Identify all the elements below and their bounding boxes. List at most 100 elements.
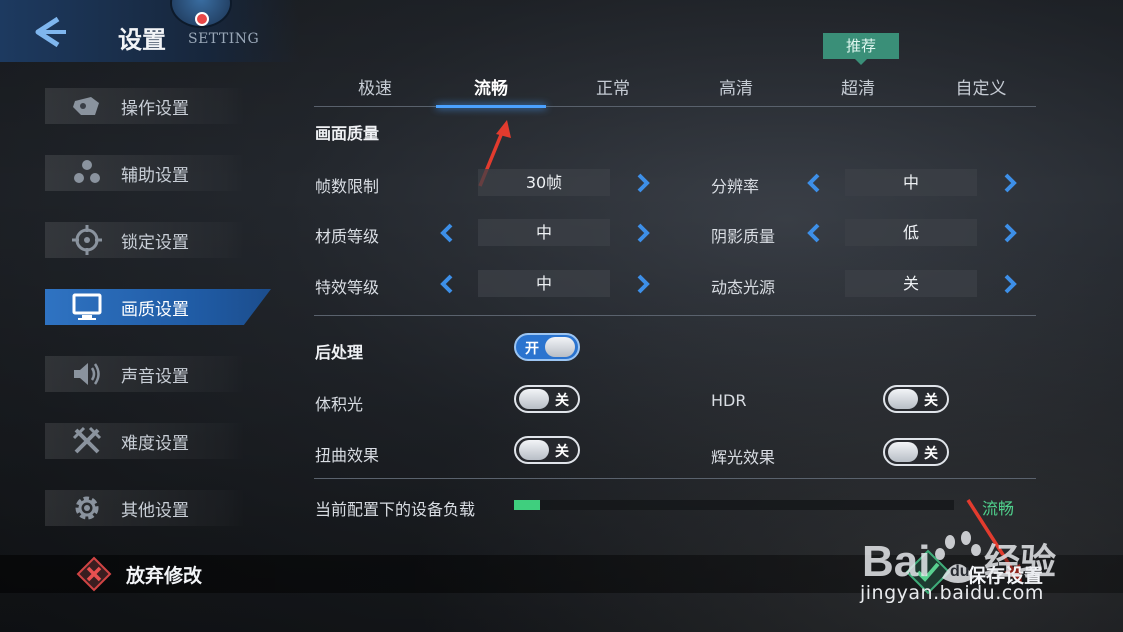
chevron-left-icon — [807, 173, 820, 193]
svg-text:经验: 经验 — [984, 542, 1056, 583]
section-divider — [314, 315, 1036, 316]
frame-limit-next-button[interactable] — [633, 172, 653, 194]
bloom-toggle[interactable]: 关 — [883, 438, 949, 466]
toggle-text: 关 — [924, 393, 938, 409]
hdr-label: HDR — [711, 391, 747, 410]
crosshair-icon — [69, 222, 105, 258]
svg-text:du: du — [950, 563, 970, 580]
dots-icon — [69, 155, 105, 191]
section-title-quality: 画面质量 — [315, 124, 380, 143]
chevron-right-icon — [637, 274, 650, 294]
tab-fastest[interactable]: 极速 — [314, 74, 436, 99]
back-arrow-icon — [35, 16, 66, 48]
shadow-prev-button[interactable] — [804, 222, 824, 244]
effects-label: 特效等级 — [315, 278, 380, 297]
section-title-post: 后处理 — [315, 343, 364, 362]
sidebar-item-assist[interactable]: 辅助设置 — [45, 155, 245, 191]
toggle-knob — [888, 442, 918, 462]
chevron-left-icon — [807, 223, 820, 243]
section-divider — [314, 478, 1036, 479]
tab-hd[interactable]: 高清 — [675, 74, 797, 99]
chevron-right-icon — [1004, 173, 1017, 193]
discard-label: 放弃修改 — [126, 564, 203, 587]
logo-badge — [170, 0, 232, 28]
sidebar-item-label: 声音设置 — [121, 366, 189, 387]
bloom-label: 辉光效果 — [711, 448, 776, 467]
device-load-label: 当前配置下的设备负载 — [315, 500, 476, 519]
chevron-right-icon — [1004, 274, 1017, 294]
close-icon — [76, 556, 112, 592]
tab-smooth[interactable]: 流畅 — [430, 74, 552, 99]
toggle-knob — [519, 389, 549, 409]
frame-limit-label: 帧数限制 — [315, 177, 380, 196]
volumetric-label: 体积光 — [315, 395, 364, 414]
chevron-right-icon — [637, 223, 650, 243]
resolution-label: 分辨率 — [711, 177, 760, 196]
sidebar-item-graphics[interactable]: 画质设置 — [45, 289, 271, 325]
chevron-left-icon — [440, 274, 453, 294]
frame-limit-value: 30帧 — [478, 169, 610, 196]
tab-ultra-hd[interactable]: 超清 — [797, 74, 919, 99]
notification-dot — [195, 12, 209, 26]
chevron-left-icon — [440, 223, 453, 243]
toggle-text: 关 — [924, 446, 938, 462]
device-load-bar — [514, 500, 954, 510]
resolution-prev-button[interactable] — [804, 172, 824, 194]
svg-text:Bai: Bai — [862, 537, 930, 586]
hdr-toggle[interactable]: 关 — [883, 385, 949, 413]
volumetric-toggle[interactable]: 关 — [514, 385, 580, 413]
sidebar-item-label: 难度设置 — [121, 433, 189, 454]
effects-value: 中 — [478, 270, 610, 297]
sidebar-item-controls[interactable]: 操作设置 — [45, 88, 245, 124]
distortion-toggle[interactable]: 关 — [514, 436, 580, 464]
post-processing-toggle[interactable]: 开 — [514, 333, 580, 361]
speaker-icon — [69, 356, 105, 392]
header-bar: 设置 SETTING — [0, 0, 300, 62]
back-button[interactable] — [28, 16, 68, 48]
shadow-label: 阴影质量 — [711, 227, 776, 246]
effects-prev-button[interactable] — [437, 273, 457, 295]
sidebar-item-lock[interactable]: 锁定设置 — [45, 222, 245, 258]
sidebar-item-other[interactable]: 其他设置 — [45, 490, 245, 526]
active-tab-indicator — [436, 105, 546, 108]
page-title: 设置 — [118, 26, 166, 54]
gamepad-icon — [69, 88, 105, 124]
discard-changes-button[interactable]: 放弃修改 — [76, 552, 202, 596]
tab-custom[interactable]: 自定义 — [920, 74, 1042, 99]
toggle-text: 关 — [555, 393, 569, 409]
sidebar-item-label: 画质设置 — [121, 299, 189, 320]
toggle-text: 关 — [555, 444, 569, 460]
recommend-badge: 推荐 — [823, 33, 899, 65]
dynamic-light-next-button[interactable] — [1000, 273, 1020, 295]
chevron-right-icon — [637, 173, 650, 193]
texture-next-button[interactable] — [633, 222, 653, 244]
toggle-knob — [545, 337, 575, 357]
chevron-right-icon — [1004, 223, 1017, 243]
gear-icon — [69, 490, 105, 526]
dynamic-light-label: 动态光源 — [711, 278, 776, 297]
distortion-label: 扭曲效果 — [315, 446, 380, 465]
texture-label: 材质等级 — [315, 227, 380, 246]
sidebar-item-difficulty[interactable]: 难度设置 — [45, 423, 245, 459]
texture-prev-button[interactable] — [437, 222, 457, 244]
texture-value: 中 — [478, 219, 610, 246]
sidebar-item-sound[interactable]: 声音设置 — [45, 356, 245, 392]
tab-normal[interactable]: 正常 — [552, 74, 674, 99]
toggle-knob — [519, 440, 549, 460]
resolution-value: 中 — [845, 169, 977, 196]
effects-next-button[interactable] — [633, 273, 653, 295]
shadow-next-button[interactable] — [1000, 222, 1020, 244]
resolution-next-button[interactable] — [1000, 172, 1020, 194]
sidebar-item-label: 操作设置 — [121, 98, 189, 119]
sidebar-item-label: 锁定设置 — [121, 232, 189, 253]
quality-preset-tabs: 极速 流畅 正常 高清 超清 自定义 — [314, 64, 1036, 108]
device-load-fill — [514, 500, 541, 510]
page-subtitle: SETTING — [188, 31, 260, 47]
watermark-url: jingyan.baidu.com — [860, 582, 1044, 604]
toggle-knob — [888, 389, 918, 409]
sidebar-item-label: 辅助设置 — [121, 165, 189, 186]
shadow-value: 低 — [845, 219, 977, 246]
monitor-icon — [69, 289, 105, 325]
toggle-text: 开 — [525, 341, 539, 357]
sidebar-item-label: 其他设置 — [121, 500, 189, 521]
